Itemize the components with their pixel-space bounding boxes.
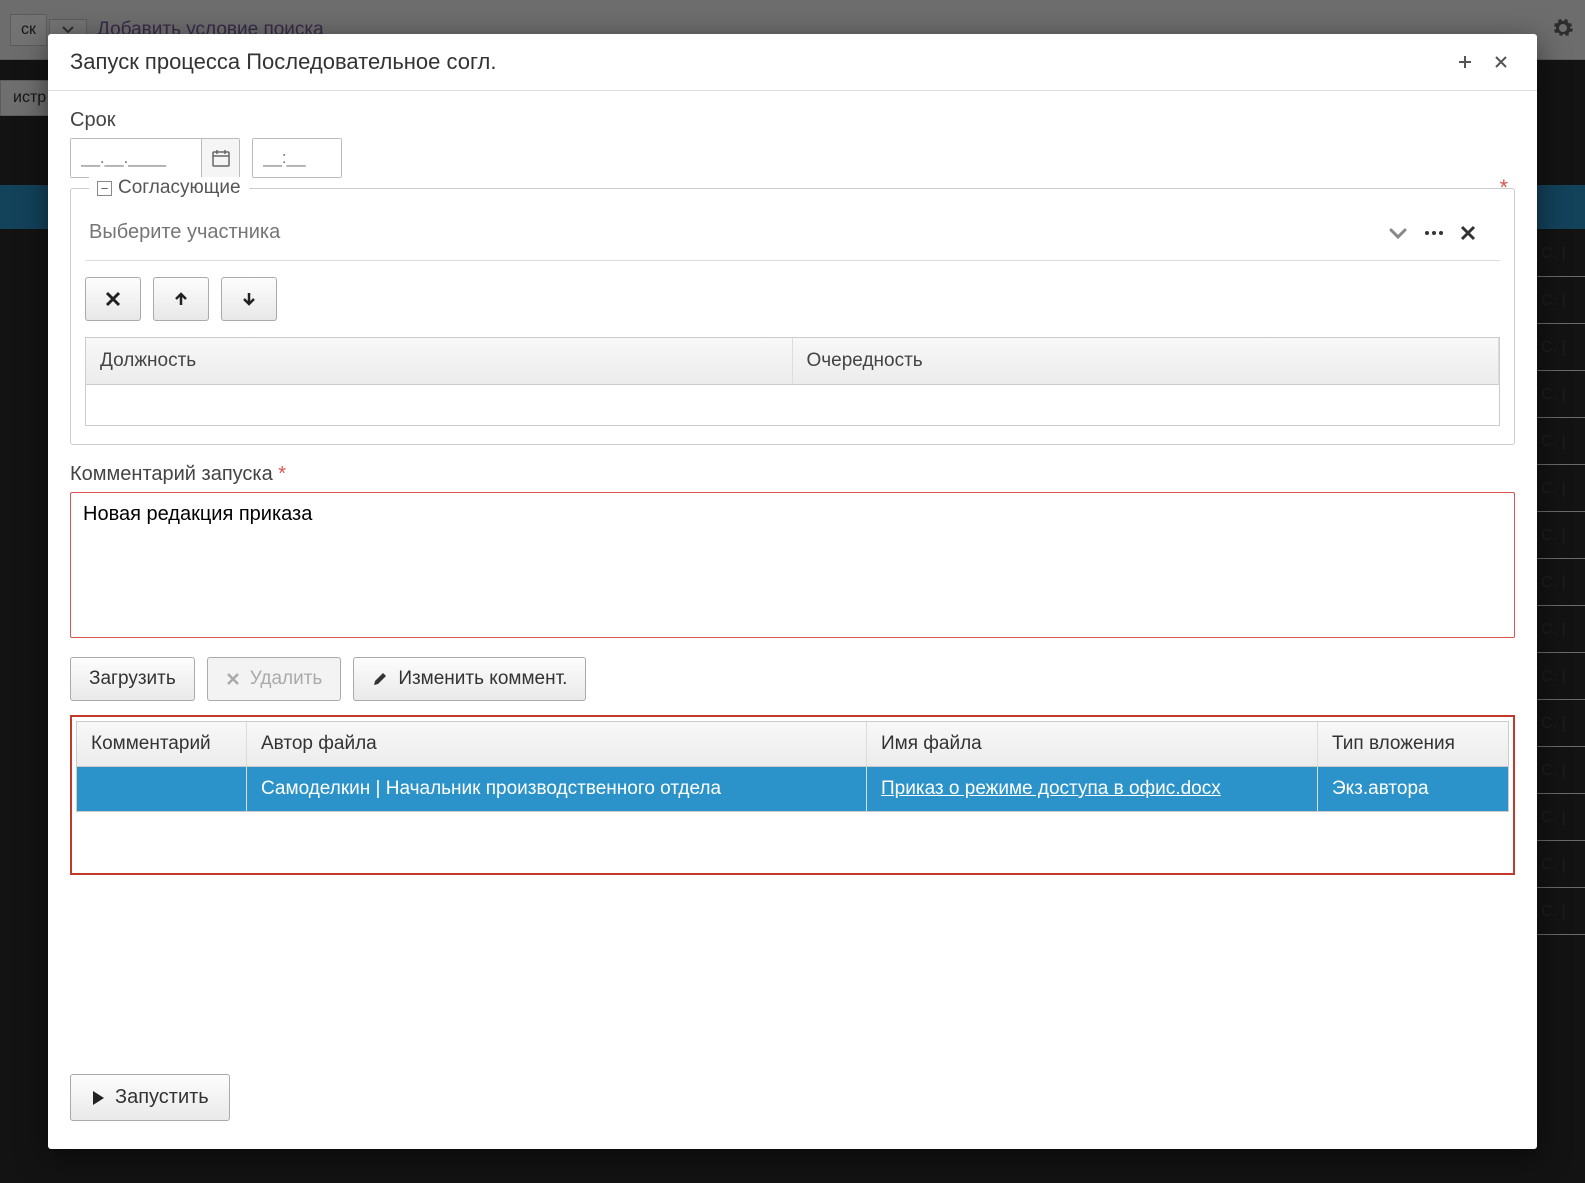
- col-type: Тип вложения: [1318, 722, 1508, 766]
- file-link[interactable]: Приказ о режиме доступа в офис.docx: [881, 778, 1221, 799]
- launch-button[interactable]: Запустить: [70, 1074, 230, 1121]
- cell-author: Самоделкин | Начальник производственного…: [247, 767, 867, 811]
- modal-header: Запуск процесса Последовательное согл.: [48, 34, 1537, 91]
- deadline-label: Срок: [70, 109, 1515, 132]
- launch-comment-textarea[interactable]: [70, 492, 1515, 638]
- approvers-grid: Должность Очередность: [85, 337, 1500, 426]
- close-icon: [1493, 54, 1509, 70]
- arrow-up-icon: [173, 291, 189, 307]
- approvers-fieldset: − Согласующие *: [70, 188, 1515, 445]
- arrow-down-icon: [241, 291, 257, 307]
- approvers-grid-header: Должность Очередность: [86, 338, 1499, 385]
- upload-button[interactable]: Загрузить: [70, 657, 195, 701]
- edit-comment-button[interactable]: Изменить коммент.: [353, 657, 586, 701]
- col-order: Очередность: [793, 338, 1500, 384]
- time-input[interactable]: [253, 139, 341, 177]
- date-input-wrap: [70, 138, 240, 178]
- approvers-legend: − Согласующие: [89, 177, 249, 199]
- launch-comment-section: Комментарий запуска *: [70, 463, 1515, 643]
- modal-footer: Запустить: [48, 1058, 1537, 1149]
- file-table-header: Комментарий Автор файла Имя файла Тип вл…: [77, 722, 1508, 767]
- date-input[interactable]: [71, 139, 201, 177]
- move-down-button[interactable]: [221, 277, 277, 321]
- comment-label: Комментарий запуска *: [70, 463, 1515, 486]
- file-table: Комментарий Автор файла Имя файла Тип вл…: [76, 721, 1509, 812]
- reorder-buttons: [85, 277, 1500, 321]
- participant-dropdown[interactable]: [1388, 226, 1424, 240]
- close-button[interactable]: [1487, 48, 1515, 76]
- x-icon: [1460, 225, 1476, 241]
- col-position: Должность: [86, 338, 793, 384]
- plus-icon: [1457, 54, 1473, 70]
- play-icon: [91, 1090, 105, 1106]
- file-table-row[interactable]: Самоделкин | Начальник производственного…: [77, 767, 1508, 811]
- participant-clear[interactable]: [1460, 225, 1496, 241]
- approvers-legend-text: Согласующие: [118, 177, 241, 199]
- required-marker: *: [1499, 175, 1508, 201]
- cell-type: Экз.автора: [1318, 767, 1508, 811]
- file-buttons-row: Загрузить Удалить Изменить коммент.: [70, 657, 1515, 701]
- move-up-button[interactable]: [153, 277, 209, 321]
- ellipsis-icon: [1424, 229, 1444, 237]
- participant-browse[interactable]: [1424, 229, 1460, 237]
- col-filename: Имя файла: [867, 722, 1318, 766]
- pencil-icon: [372, 671, 388, 687]
- collapse-toggle[interactable]: −: [97, 181, 112, 196]
- deadline-row: [70, 138, 1515, 178]
- modal-title: Запуск процесса Последовательное согл.: [70, 49, 1443, 75]
- remove-approver-button[interactable]: [85, 277, 141, 321]
- x-icon: [226, 672, 240, 686]
- chevron-down-icon: [1388, 226, 1408, 240]
- expand-button[interactable]: [1451, 48, 1479, 76]
- time-input-wrap: [252, 138, 342, 178]
- cell-comment: [77, 767, 247, 811]
- participant-select-row: [85, 213, 1500, 261]
- cell-filename: Приказ о режиме доступа в офис.docx: [867, 767, 1318, 811]
- x-icon: [105, 291, 121, 307]
- col-comment: Комментарий: [77, 722, 247, 766]
- calendar-icon: [212, 149, 230, 167]
- participant-input[interactable]: [89, 221, 1388, 244]
- approvers-grid-body: [86, 385, 1499, 425]
- col-author: Автор файла: [247, 722, 867, 766]
- file-table-wrap: Комментарий Автор файла Имя файла Тип вл…: [70, 715, 1515, 875]
- delete-button[interactable]: Удалить: [207, 657, 342, 701]
- calendar-button[interactable]: [201, 139, 239, 177]
- modal-body: Срок − Согласующие *: [48, 91, 1537, 1058]
- process-launch-modal: Запуск процесса Последовательное согл. С…: [48, 34, 1537, 1149]
